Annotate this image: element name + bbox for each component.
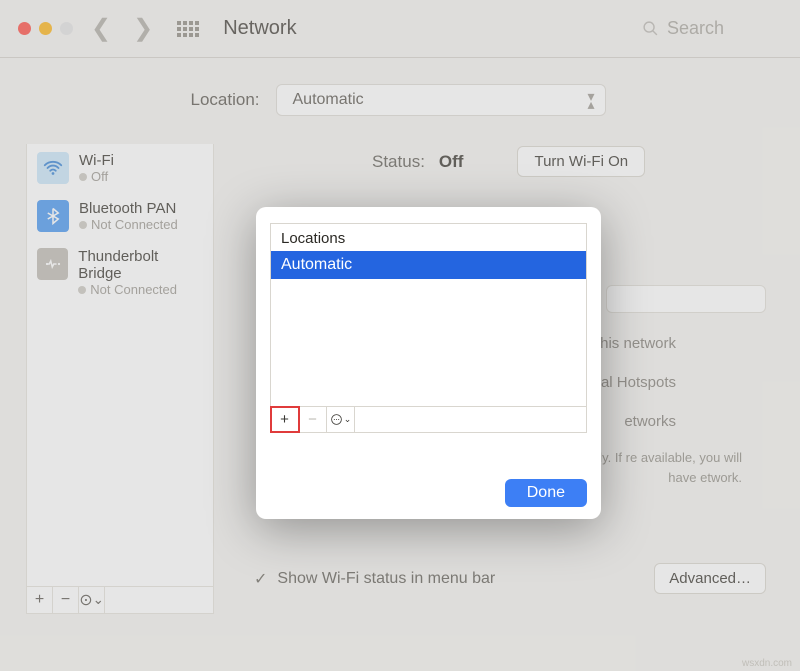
location-item[interactable]: Automatic: [271, 251, 586, 279]
prefs-window: ❮ ❯ Network Search Location: Automatic ▾…: [0, 0, 800, 671]
add-location-button[interactable]: +: [271, 407, 299, 432]
locations-toolbar: + − ⌄: [270, 407, 587, 433]
location-actions-button[interactable]: ⌄: [327, 407, 355, 432]
locations-header: Locations: [271, 224, 586, 251]
ellipsis-icon: [330, 413, 343, 426]
locations-listbox: Locations Automatic: [270, 223, 587, 407]
toolbar-spacer: [355, 407, 586, 432]
chevron-down-icon: ⌄: [344, 414, 352, 425]
done-button[interactable]: Done: [505, 479, 587, 507]
watermark: wsxdn.com: [742, 658, 792, 669]
remove-location-button[interactable]: −: [299, 407, 327, 432]
locations-dialog: Locations Automatic + − ⌄ Done: [256, 207, 601, 519]
